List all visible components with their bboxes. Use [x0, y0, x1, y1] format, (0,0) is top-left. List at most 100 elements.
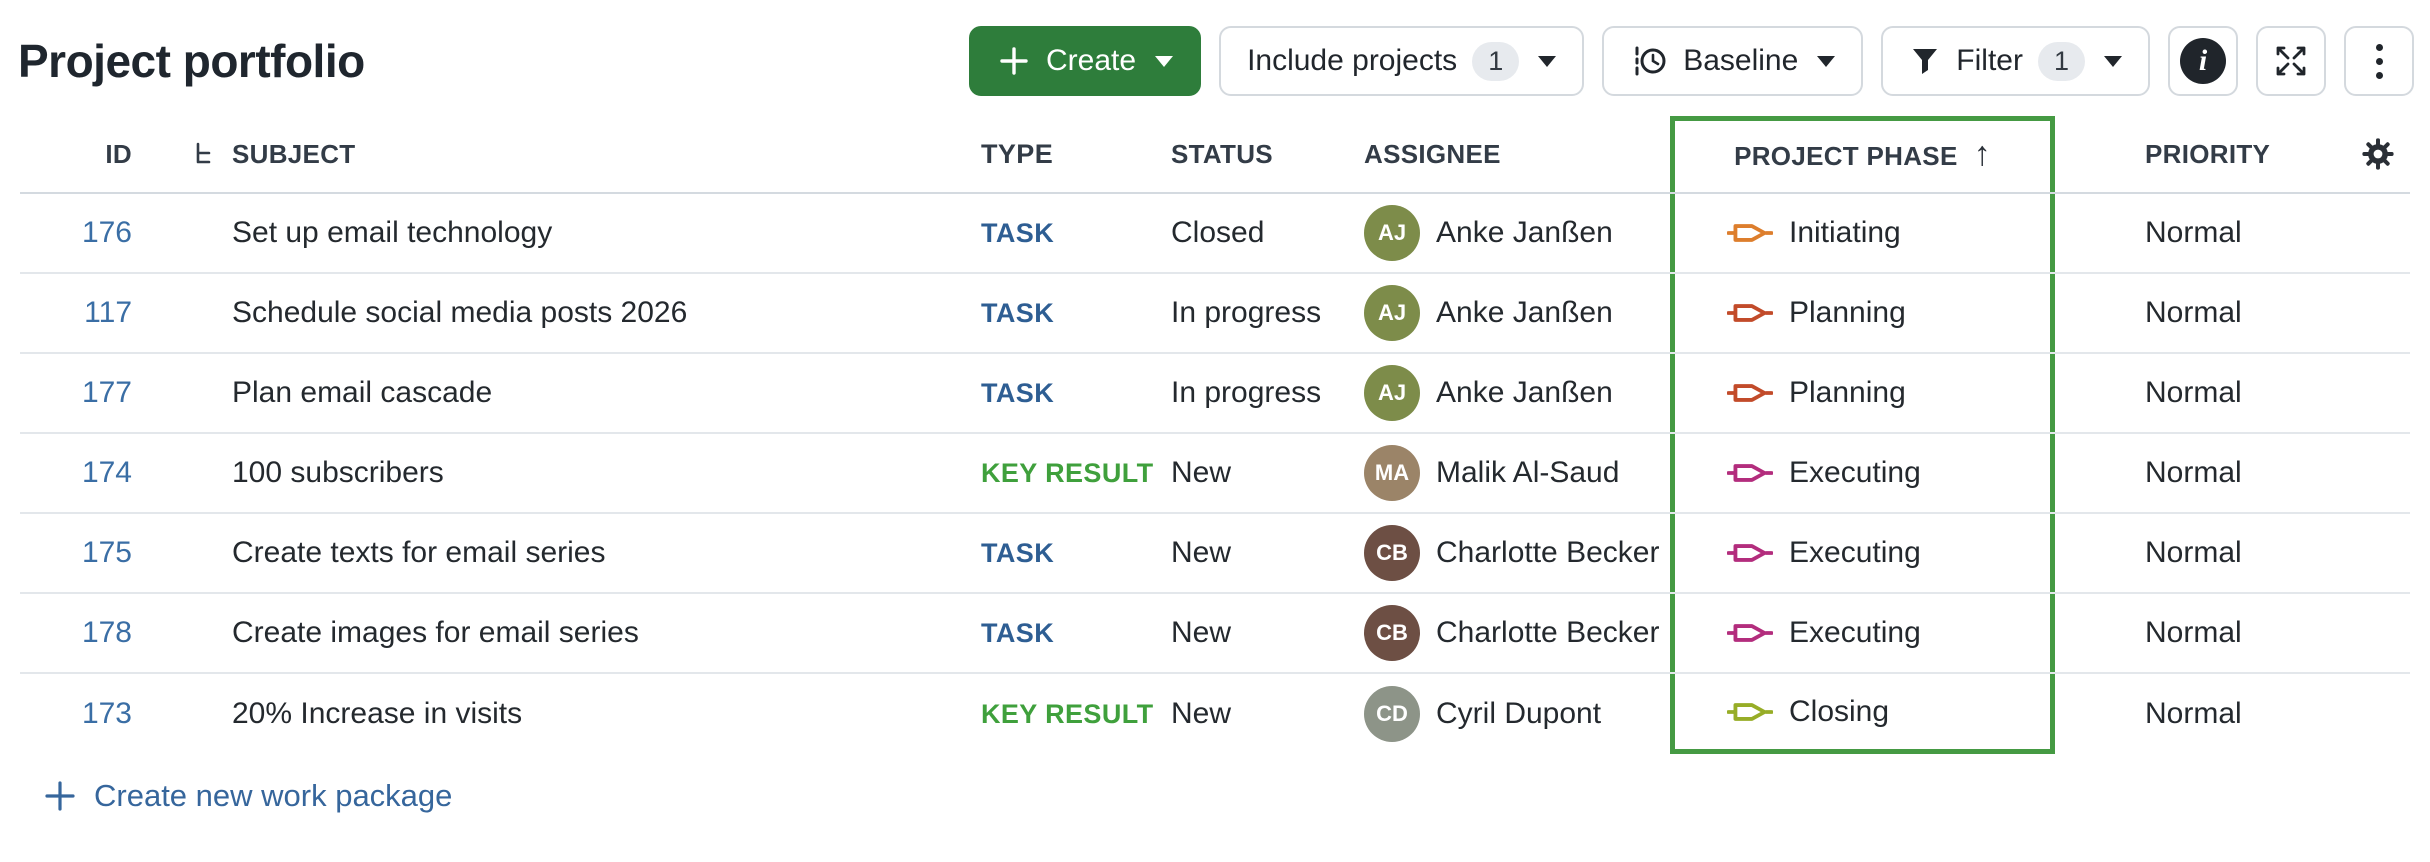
column-header-id[interactable]: ID	[20, 116, 132, 192]
work-package-id-link[interactable]: 117	[84, 296, 132, 330]
priority-cell[interactable]: Normal	[2055, 194, 2345, 272]
include-projects-button[interactable]: Include projects 1	[1219, 26, 1584, 96]
project-phase-cell[interactable]: Initiating	[1670, 194, 2055, 272]
status-cell[interactable]: New	[1155, 594, 1340, 672]
subject-text: Schedule social media posts 2026	[232, 296, 687, 330]
avatar: MA	[1364, 445, 1420, 501]
column-header-settings[interactable]	[2345, 116, 2410, 192]
assignee-cell[interactable]: MA Malik Al-Saud	[1340, 434, 1670, 512]
fullscreen-button[interactable]	[2256, 26, 2326, 96]
status-cell[interactable]: New	[1155, 434, 1340, 512]
more-options-button[interactable]	[2344, 26, 2414, 96]
column-header-status[interactable]: STATUS	[1155, 116, 1340, 192]
page-title: Project portfolio	[18, 34, 365, 88]
status-cell[interactable]: Closed	[1155, 194, 1340, 272]
assignee-cell[interactable]: CB Charlotte Becker	[1340, 594, 1670, 672]
status-label: New	[1171, 616, 1231, 650]
row-actions-cell	[2345, 514, 2410, 592]
type-cell[interactable]: TASK	[965, 594, 1155, 672]
status-label: New	[1171, 456, 1231, 490]
create-new-work-package-link[interactable]: Create new work package	[20, 754, 452, 814]
create-button[interactable]: Create	[969, 26, 1201, 96]
type-cell[interactable]: KEY RESULT	[965, 674, 1155, 754]
subject-cell[interactable]: Create images for email series	[132, 594, 965, 672]
table-row[interactable]: 173 20% Increase in visits KEY RESULT Ne…	[20, 674, 2410, 754]
create-button-label: Create	[1046, 44, 1136, 78]
project-phase-cell[interactable]: Executing	[1670, 594, 2055, 672]
work-package-id-link[interactable]: 176	[82, 216, 132, 250]
work-package-id-link[interactable]: 173	[82, 697, 132, 731]
table-row[interactable]: 178 Create images for email series TASK …	[20, 594, 2410, 674]
column-header-project-phase[interactable]: PROJECT PHASE ↑	[1670, 116, 2055, 192]
table-row[interactable]: 176 Set up email technology TASK Closed …	[20, 194, 2410, 274]
phase-label: Executing	[1789, 536, 1921, 570]
subject-cell[interactable]: 20% Increase in visits	[132, 674, 965, 754]
work-package-id-link[interactable]: 178	[82, 616, 132, 650]
filter-button[interactable]: Filter 1	[1881, 26, 2150, 96]
row-actions-cell	[2345, 674, 2410, 754]
phase-gate-icon	[1727, 459, 1773, 487]
assignee-cell[interactable]: CD Cyril Dupont	[1340, 674, 1670, 754]
assignee-cell[interactable]: AJ Anke Janßen	[1340, 274, 1670, 352]
project-phase-cell[interactable]: Closing	[1670, 674, 2055, 754]
project-phase-cell[interactable]: Planning	[1670, 274, 2055, 352]
subject-cell[interactable]: Set up email technology	[132, 194, 965, 272]
type-label: TASK	[981, 218, 1054, 249]
table-row[interactable]: 117 Schedule social media posts 2026 TAS…	[20, 274, 2410, 354]
work-package-id-link[interactable]: 174	[82, 456, 132, 490]
phase-label: Executing	[1789, 456, 1921, 490]
type-cell[interactable]: KEY RESULT	[965, 434, 1155, 512]
type-cell[interactable]: TASK	[965, 354, 1155, 432]
subject-cell[interactable]: 100 subscribers	[132, 434, 965, 512]
assignee-cell[interactable]: AJ Anke Janßen	[1340, 354, 1670, 432]
status-cell[interactable]: New	[1155, 514, 1340, 592]
table-body: 176 Set up email technology TASK Closed …	[20, 194, 2410, 754]
baseline-button[interactable]: Baseline	[1602, 26, 1863, 96]
status-label: Closed	[1171, 216, 1264, 250]
type-cell[interactable]: TASK	[965, 274, 1155, 352]
table-row[interactable]: 174 100 subscribers KEY RESULT New MA Ma…	[20, 434, 2410, 514]
project-phase-cell[interactable]: Planning	[1670, 354, 2055, 432]
priority-cell[interactable]: Normal	[2055, 514, 2345, 592]
assignee-name: Malik Al-Saud	[1436, 456, 1619, 490]
priority-cell[interactable]: Normal	[2055, 434, 2345, 512]
priority-label: Normal	[2145, 616, 2242, 650]
subject-cell[interactable]: Plan email cascade	[132, 354, 965, 432]
column-header-assignee[interactable]: ASSIGNEE	[1340, 116, 1670, 192]
avatar: CD	[1364, 686, 1420, 742]
project-phase-cell[interactable]: Executing	[1670, 434, 2055, 512]
assignee-cell[interactable]: AJ Anke Janßen	[1340, 194, 1670, 272]
status-cell[interactable]: In progress	[1155, 354, 1340, 432]
status-label: In progress	[1171, 296, 1321, 330]
phase-gate-icon	[1727, 379, 1773, 407]
priority-cell[interactable]: Normal	[2055, 594, 2345, 672]
subject-cell[interactable]: Create texts for email series	[132, 514, 965, 592]
info-button[interactable]: i	[2168, 26, 2238, 96]
priority-label: Normal	[2145, 536, 2242, 570]
column-header-type[interactable]: TYPE	[965, 116, 1155, 192]
priority-cell[interactable]: Normal	[2055, 274, 2345, 352]
column-header-phase-label: PROJECT PHASE	[1734, 141, 1958, 172]
work-package-id-link[interactable]: 175	[82, 536, 132, 570]
priority-cell[interactable]: Normal	[2055, 354, 2345, 432]
column-header-subject[interactable]: SUBJECT	[132, 116, 965, 192]
subject-cell[interactable]: Schedule social media posts 2026	[132, 274, 965, 352]
hierarchy-icon[interactable]	[190, 140, 218, 168]
toolbar: Create Include projects 1 Baseline Filte…	[969, 26, 2414, 96]
column-header-subject-label: SUBJECT	[232, 139, 355, 170]
project-phase-cell[interactable]: Executing	[1670, 514, 2055, 592]
type-cell[interactable]: TASK	[965, 514, 1155, 592]
table-row[interactable]: 175 Create texts for email series TASK N…	[20, 514, 2410, 594]
plus-icon	[42, 778, 78, 814]
status-cell[interactable]: In progress	[1155, 274, 1340, 352]
priority-label: Normal	[2145, 697, 2242, 731]
filter-label: Filter	[1956, 44, 2023, 78]
assignee-cell[interactable]: CB Charlotte Becker	[1340, 514, 1670, 592]
work-package-id-link[interactable]: 177	[82, 376, 132, 410]
type-cell[interactable]: TASK	[965, 194, 1155, 272]
priority-label: Normal	[2145, 216, 2242, 250]
priority-cell[interactable]: Normal	[2055, 674, 2345, 754]
status-cell[interactable]: New	[1155, 674, 1340, 754]
table-row[interactable]: 177 Plan email cascade TASK In progress …	[20, 354, 2410, 434]
column-header-priority[interactable]: PRIORITY	[2055, 116, 2345, 192]
